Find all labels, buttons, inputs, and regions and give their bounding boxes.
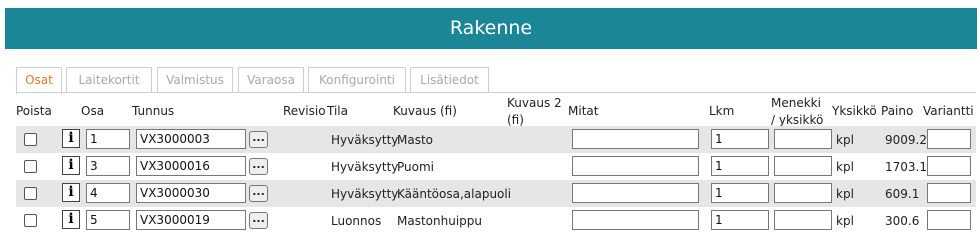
- lkm-input[interactable]: 1: [711, 183, 769, 203]
- paino-text: 1703.1: [885, 160, 927, 174]
- column-header-kuvaus2: Kuvaus 2 (fi): [507, 96, 562, 127]
- osa-input[interactable]: 5: [86, 210, 130, 230]
- menekki-input[interactable]: [774, 183, 832, 203]
- column-header-menekki-line2: / yksikkö: [771, 113, 824, 127]
- paino-text: 300.6: [885, 214, 920, 228]
- table-row: i 3 VX3000016 ... Hyväksytty Puomi 1 kpl…: [16, 153, 976, 180]
- info-icon[interactable]: i: [62, 183, 80, 202]
- column-header-tila: Tila: [327, 104, 348, 118]
- tunnus-input[interactable]: VX3000016: [136, 156, 246, 176]
- lkm-input[interactable]: 1: [711, 210, 769, 230]
- mitat-input[interactable]: [572, 183, 699, 203]
- column-header-osa: Osa: [81, 104, 105, 118]
- variantti-input[interactable]: [927, 210, 971, 230]
- column-header-menekki-line1: Menekki: [771, 96, 821, 110]
- yksikko-text: kpl: [836, 214, 854, 228]
- tab-konfigurointi[interactable]: Konfigurointi: [308, 67, 406, 93]
- menekki-input[interactable]: [774, 129, 832, 149]
- osa-input[interactable]: 3: [86, 156, 130, 176]
- browse-button[interactable]: ...: [249, 212, 268, 229]
- tab-lisatiedot[interactable]: Lisätiedot: [410, 67, 489, 93]
- delete-checkbox[interactable]: [24, 133, 37, 146]
- variantti-input[interactable]: [927, 156, 971, 176]
- menekki-input[interactable]: [774, 156, 832, 176]
- column-header-menekki: Menekki / yksikkö: [771, 96, 823, 127]
- osa-input[interactable]: 4: [86, 183, 130, 203]
- mitat-input[interactable]: [572, 156, 699, 176]
- info-icon[interactable]: i: [62, 156, 80, 175]
- browse-button[interactable]: ...: [249, 131, 268, 148]
- paino-text: 609.1: [885, 187, 920, 201]
- tila-text: Hyväksytty: [331, 133, 399, 147]
- kuvaus-text: Kääntöosa,alapuoli: [397, 187, 512, 201]
- table-row: i 1 VX3000003 ... Hyväksytty Masto 1 kpl…: [16, 126, 976, 153]
- browse-button[interactable]: ...: [249, 158, 268, 175]
- table-row: i 4 VX3000030 ... Hyväksytty Kääntöosa,a…: [16, 180, 976, 207]
- mitat-input[interactable]: [572, 129, 699, 149]
- menekki-input[interactable]: [774, 210, 832, 230]
- yksikko-text: kpl: [836, 133, 854, 147]
- variantti-input[interactable]: [927, 183, 971, 203]
- tila-text: Luonnos: [331, 214, 382, 228]
- table-row: i 5 VX3000019 ... Luonnos Mastonhuippu 1…: [16, 207, 976, 234]
- osa-input[interactable]: 1: [86, 129, 130, 149]
- tunnus-input[interactable]: VX3000030: [136, 183, 246, 203]
- tab-valmistus[interactable]: Valmistus: [157, 67, 233, 93]
- column-header-kuvaus2-line1: Kuvaus 2: [507, 96, 562, 110]
- kuvaus-text: Mastonhuippu: [397, 214, 482, 228]
- tab-laitekortit[interactable]: Laitekortit: [66, 67, 152, 93]
- column-header-poista: Poista: [16, 104, 52, 118]
- variantti-input[interactable]: [927, 129, 971, 149]
- column-header-tunnus: Tunnus: [132, 104, 175, 118]
- column-header-revisio: Revisio: [283, 104, 326, 118]
- kuvaus-text: Puomi: [397, 160, 434, 174]
- tab-varaosa[interactable]: Varaosa: [238, 67, 304, 93]
- lkm-input[interactable]: 1: [711, 129, 769, 149]
- column-header-yksikko: Yksikkö: [832, 104, 877, 118]
- page-title: Rakenne: [5, 8, 977, 49]
- tab-osat[interactable]: Osat: [16, 67, 62, 94]
- yksikko-text: kpl: [836, 187, 854, 201]
- column-header-kuvaus: Kuvaus (fi): [393, 104, 457, 118]
- column-header-paino: Paino: [881, 104, 914, 118]
- info-icon[interactable]: i: [62, 129, 80, 148]
- delete-checkbox[interactable]: [24, 160, 37, 173]
- column-header-kuvaus2-line2: (fi): [507, 113, 524, 127]
- kuvaus-text: Masto: [397, 133, 434, 147]
- tab-divider: [16, 92, 976, 93]
- tunnus-input[interactable]: VX3000003: [136, 129, 246, 149]
- lkm-input[interactable]: 1: [711, 156, 769, 176]
- column-header-variantti: Variantti: [923, 104, 974, 118]
- tila-text: Hyväksytty: [331, 187, 399, 201]
- column-header-mitat: Mitat: [568, 104, 599, 118]
- info-icon[interactable]: i: [62, 210, 80, 229]
- browse-button[interactable]: ...: [249, 185, 268, 202]
- tila-text: Hyväksytty: [331, 160, 399, 174]
- column-header-lkm: Lkm: [709, 104, 735, 118]
- mitat-input[interactable]: [572, 210, 699, 230]
- tunnus-input[interactable]: VX3000019: [136, 210, 246, 230]
- yksikko-text: kpl: [836, 160, 854, 174]
- delete-checkbox[interactable]: [24, 214, 37, 227]
- paino-text: 9009.2: [885, 133, 927, 147]
- delete-checkbox[interactable]: [24, 187, 37, 200]
